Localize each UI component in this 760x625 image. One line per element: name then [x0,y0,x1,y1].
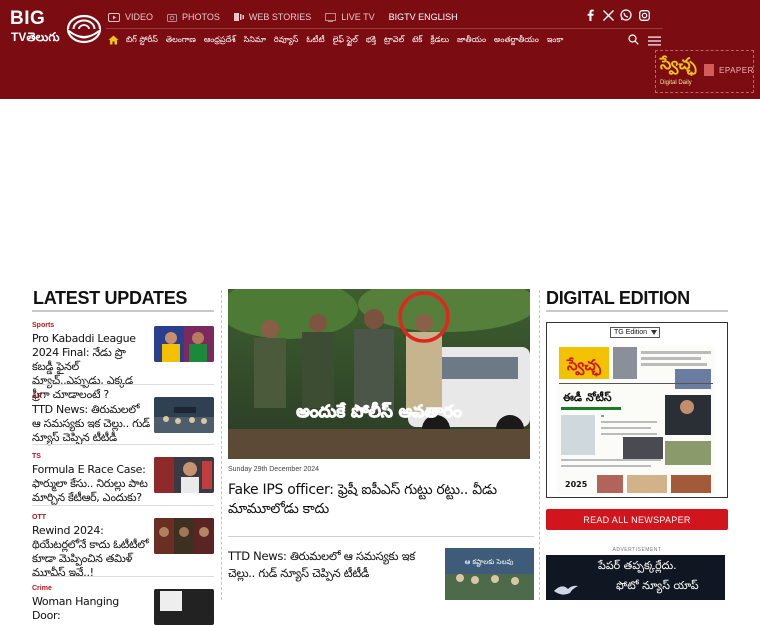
edition-select[interactable]: TG Edition [610,327,660,338]
category-label: OTT [32,514,46,521]
nav-cinema[interactable]: సినిమా [244,35,266,46]
headline[interactable]: Rewind 2024: థియేటర్లలోనే కాదు ఓటీటీలో క… [32,524,150,580]
nav-national[interactable]: జాతీయం [457,35,486,46]
site-logo[interactable]: BIG TVతెలుగు [10,8,102,48]
paper-year: 2025 [565,480,588,489]
edition-select-value: TG Edition [614,329,648,336]
list-divider [32,505,214,506]
nav-ott[interactable]: ఓటీటీ [306,35,324,46]
nav-more[interactable]: ఇంకా [547,35,564,46]
category-label: AP [32,393,42,400]
nav-tech[interactable]: టెక్ [412,35,422,46]
epaper-masthead: స్వేచ్ఛ [660,54,697,73]
nav-bhakti[interactable]: భక్తి [366,35,376,46]
main-nav: బిగ్ స్టోరీస్ తెలంగాణ ఆంధ్రప్రదేశ్ సినిమ… [108,33,571,47]
category-label: Sports [32,322,55,329]
hamburger-menu-icon[interactable] [648,33,661,51]
headline[interactable]: Pro Kabaddi League 2024 Final: నేడు ప్రొ… [32,332,150,402]
paper-headline: ఈడీ నోటీస్ [563,391,612,404]
nav-live-tv-label: LIVE TV [341,12,375,22]
list-divider [32,444,214,445]
crime-thumbnail[interactable] [154,589,214,625]
hero-divider [228,536,534,537]
advertisement-label: ADVERTISEMENT [612,547,662,553]
hero-date: Sunday 29th December 2024 [228,466,320,473]
header-divider [106,28,663,29]
ad-line-2: ఫోటో న్యూస్ యాప్ [616,579,699,592]
headline[interactable]: TTD News: తిరుమలలో ఆ సమస్యకు ఇక చెల్లు..… [32,403,150,445]
headline[interactable]: Woman Hanging Door: [32,595,150,623]
nav-video-label: VIDEO [125,12,154,22]
nav-lifestyle[interactable]: లైఫ్ స్టైల్ [333,35,358,46]
advertisement-banner[interactable]: పేపర్ తప్పక్కర్లేదు. ఫోటో న్యూస్ యాప్ [546,555,725,600]
latest-updates-title: LATEST UPDATES [33,288,188,308]
digital-edition-title: DIGITAL EDITION [546,288,690,308]
nav-photos[interactable]: PHOTOS [167,12,220,22]
hero-image[interactable]: అందుకే పోలీస్ అవతారం [228,289,530,459]
nav-telangana[interactable]: తెలంగాణ [166,35,196,46]
camera-icon [167,13,178,22]
epaper-tagline: Digital Daily [660,80,692,86]
headline[interactable]: Formula E Race Case: ఫార్ములా కేసు.. నిర… [32,463,150,505]
digital-title-rule [546,310,728,312]
nav-web-stories-label: WEB STORIES [248,12,312,22]
epaper-link[interactable]: EPAPER [704,64,754,76]
newspaper-preview[interactable]: స్వేచ్ఛ ఈడీ నోటీస్ 2025 [557,345,715,495]
hero-headline[interactable]: Fake IPS officer: ఫ్రెషీ ఐపీఎస్ గుట్టు ర… [228,481,524,519]
facebook-icon[interactable] [584,9,596,21]
nav-big-stories[interactable]: బిగ్ స్టోరీస్ [126,35,158,46]
second-headline[interactable]: TTD News: తిరుమలలో ఆ సమస్యకు ఇక చెల్లు..… [228,548,438,582]
category-label: Crime [32,585,52,592]
second-thumb-caption: ఆ కష్టాలకు సెలవు [465,558,514,567]
column-divider [221,290,222,600]
column-divider [539,290,540,600]
nav-bigtv-english[interactable]: BIGTV ENGLISH [389,12,458,22]
nav-sports[interactable]: క్రీడలు [430,35,449,46]
formula-e-thumbnail[interactable] [154,457,214,493]
category-label: TS [32,453,41,460]
nav-web-stories[interactable]: WEB STORIES [233,12,312,22]
logo-tv-text: TVతెలుగు [11,30,60,44]
list-divider [32,576,214,577]
site-header: BIG TVతెలుగు VIDEO PHOTOS WEB STORIES LI… [0,0,760,99]
latest-title-rule [32,310,214,312]
search-icon[interactable] [628,32,639,50]
epaper-label: EPAPER [719,65,754,75]
chevron-down-icon [651,330,657,335]
nav-photos-label: PHOTOS [182,12,220,22]
x-icon[interactable] [602,9,614,21]
hero-overlay-text: అందుకే పోలీస్ అవతారం [296,402,462,422]
rewind-thumbnail[interactable] [154,518,214,554]
digital-edition-frame: TG Edition స్వేచ్ఛ ఈడీ నోటీస్ 2025 [546,322,728,498]
nav-video[interactable]: VIDEO [108,12,153,22]
home-icon[interactable] [108,35,119,45]
read-all-newspaper-button[interactable]: READ ALL NEWSPAPER [546,509,728,530]
epaper-icon [704,64,714,76]
web-stories-icon [233,13,244,21]
top-nav: VIDEO PHOTOS WEB STORIES LIVE TV BIGTV E… [108,9,472,25]
logo-swirl-icon [66,14,102,44]
whatsapp-icon[interactable] [620,9,632,21]
ttd-thumbnail[interactable] [154,397,214,433]
logo-big-text: BIG [10,8,46,29]
nav-live-tv[interactable]: LIVE TV [325,12,375,22]
kabaddi-thumbnail[interactable] [154,326,214,362]
social-links [584,9,656,21]
tv-icon [325,12,337,22]
epaper-widget[interactable]: స్వేచ్ఛ Digital Daily EPAPER [655,50,754,93]
ad-line-1: పేపర్ తప్పక్కర్లేదు. [598,559,677,572]
list-divider [32,384,214,385]
nav-travel[interactable]: ట్రావెల్ [384,35,404,46]
nav-andhra-pradesh[interactable]: ఆంధ్రప్రదేశ్ [204,35,236,46]
nav-bigtv-english-label: BIGTV ENGLISH [388,12,458,22]
instagram-icon[interactable] [638,9,650,21]
paper-masthead: స్వేచ్ఛ [566,356,602,377]
nav-reviews[interactable]: రివ్యూస్ [274,35,299,46]
bird-icon [554,585,578,595]
second-thumbnail[interactable]: ఆ కష్టాలకు సెలవు [445,548,534,600]
video-icon [108,12,120,22]
nav-international[interactable]: అంతర్జాతీయం [494,35,539,46]
